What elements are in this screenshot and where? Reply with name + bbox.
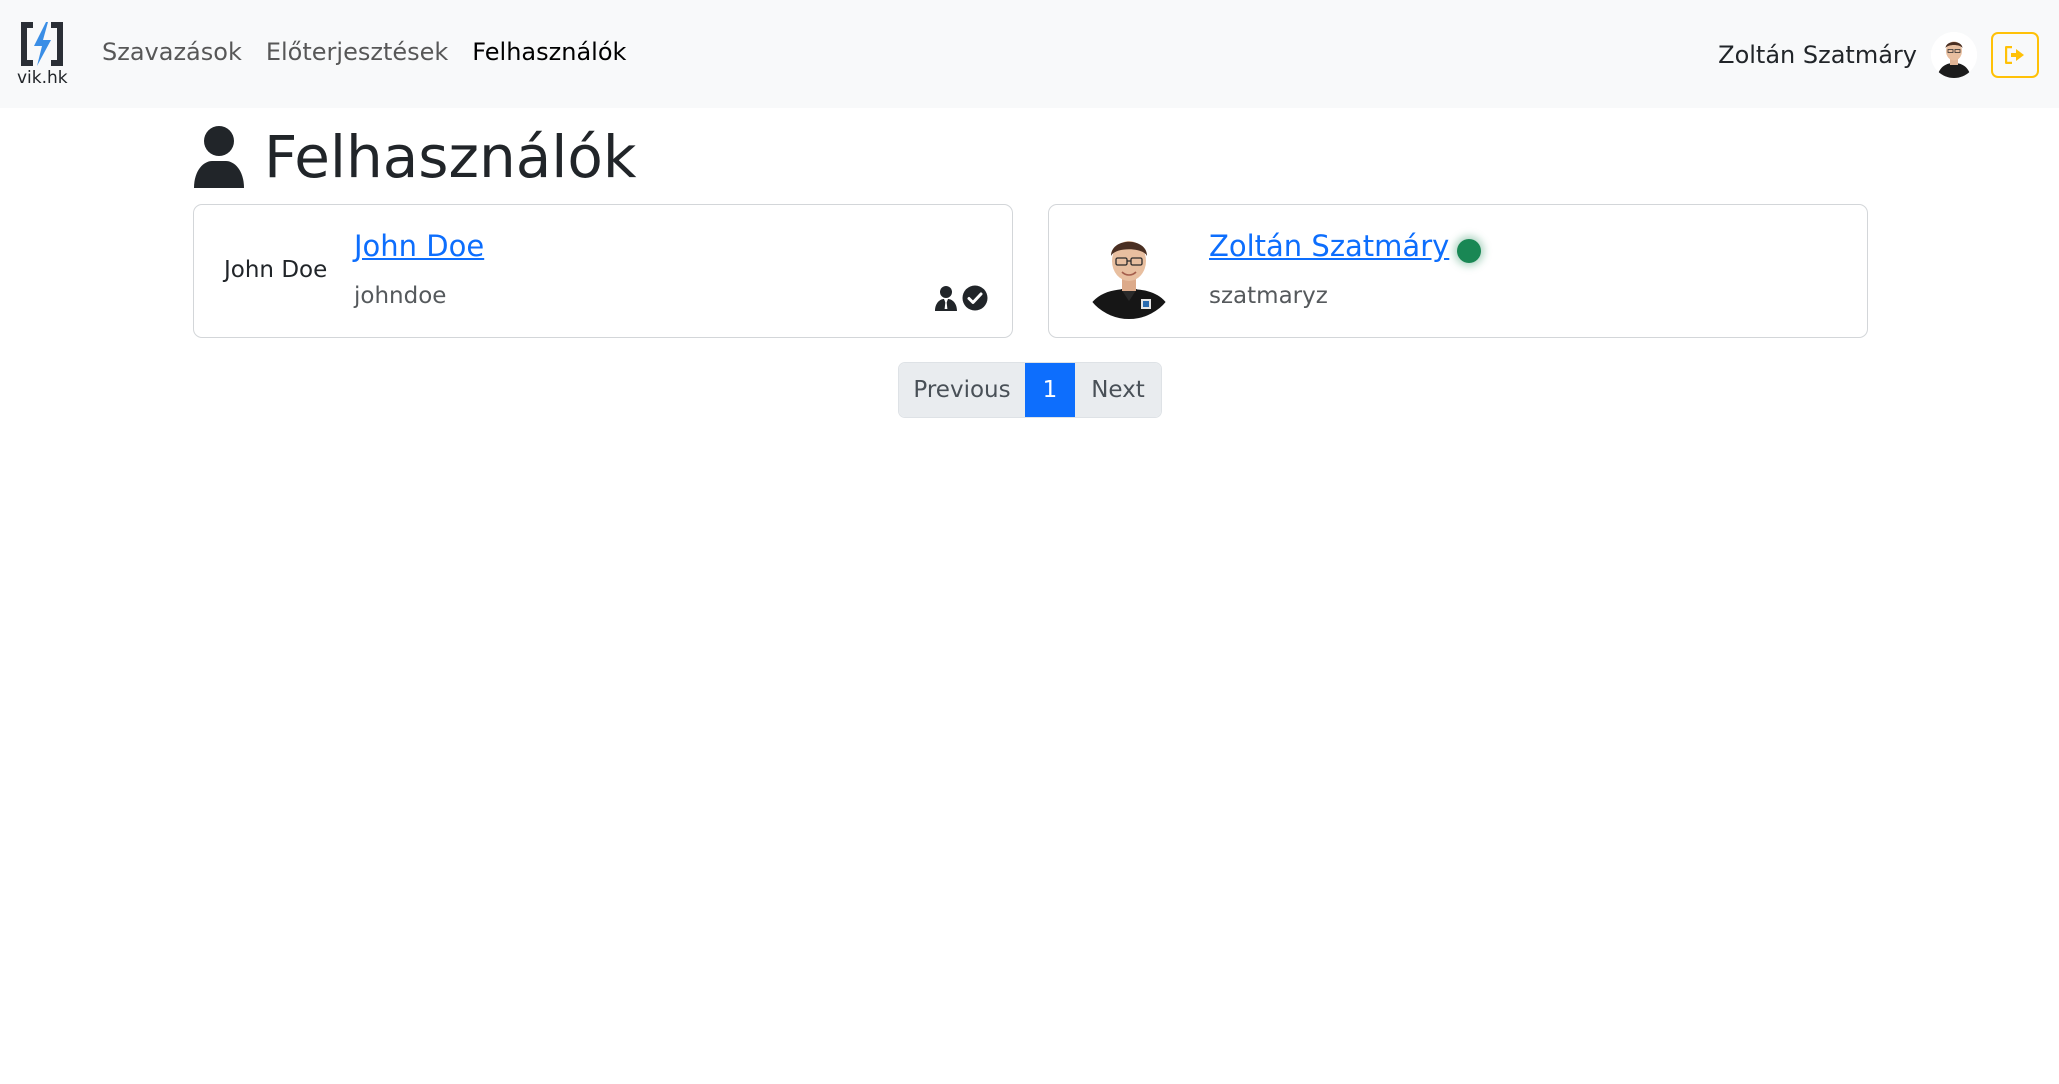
online-status-indicator <box>1457 239 1481 263</box>
main-nav: Szavazások Előterjesztések Felhasználók <box>102 38 626 74</box>
previous-page-button[interactable]: Previous <box>899 363 1025 417</box>
lightning-bracket-logo-icon <box>21 22 63 66</box>
admin-icon <box>935 286 957 311</box>
user-username: johndoe <box>354 283 447 309</box>
nav-link-szavazasok[interactable]: Szavazások <box>102 38 242 74</box>
user-badges <box>934 285 988 311</box>
user-photo-icon <box>1081 223 1177 319</box>
person-icon <box>194 126 244 188</box>
page-title-text: Felhasználók <box>264 123 637 191</box>
sign-out-icon <box>2005 46 2024 64</box>
pagination: Previous 1 Next <box>898 362 1162 418</box>
avatar-alt-text: John Doe <box>224 257 328 283</box>
user-card: John Doe John Doe johndoe <box>193 204 1013 338</box>
brand-text: vik.hk <box>17 68 68 88</box>
nav-link-felhasznalok[interactable]: Felhasználók <box>472 38 626 74</box>
navbar: vik.hk Szavazások Előterjesztések Felhas… <box>0 0 2059 108</box>
user-name-link[interactable]: Zoltán Szatmáry <box>1209 229 1449 263</box>
user-username: szatmaryz <box>1209 283 1328 309</box>
logout-button[interactable] <box>1991 32 2039 78</box>
user-area: Zoltán Szatmáry <box>1718 28 2039 82</box>
user-avatar[interactable] <box>1081 223 1177 319</box>
page-number-button[interactable]: 1 <box>1025 363 1075 417</box>
user-card: Zoltán Szatmáry szatmaryz <box>1048 204 1868 338</box>
page-title: Felhasználók <box>192 122 636 192</box>
current-user-avatar[interactable] <box>1931 32 1977 78</box>
user-name-link[interactable]: John Doe <box>354 229 484 263</box>
next-page-button[interactable]: Next <box>1075 363 1161 417</box>
brand-logo[interactable]: vik.hk <box>17 20 68 88</box>
user-photo-icon <box>1931 32 1977 78</box>
current-user-name[interactable]: Zoltán Szatmáry <box>1718 41 1917 69</box>
verified-check-icon <box>962 285 988 311</box>
nav-link-eloterjesztesek[interactable]: Előterjesztések <box>266 38 448 74</box>
